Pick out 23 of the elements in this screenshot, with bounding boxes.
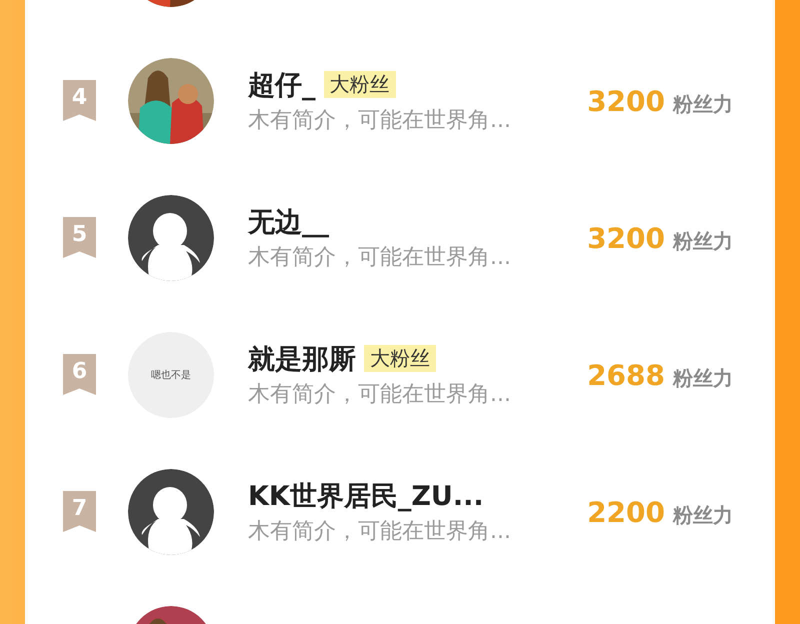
score-unit: 粉丝力 — [673, 502, 733, 529]
user-bio: 木有简介，可能在世界角... — [248, 244, 512, 272]
score-unit: 粉丝力 — [673, 228, 733, 255]
user-bio: 木有简介，可能在世界角... — [248, 380, 512, 408]
fan-badge: 大粉丝 — [364, 345, 436, 372]
score-unit: 粉丝力 — [673, 91, 733, 118]
user-name: 超仔_ — [248, 68, 316, 102]
avatar-text: 嗯也不是 — [151, 368, 191, 382]
fan-score: 3200 — [587, 222, 665, 255]
fan-score: 2688 — [587, 359, 665, 392]
user-bio: 木有简介，可能在世界角... — [248, 518, 512, 546]
user-name: KK世界居民_ZU... — [248, 480, 484, 514]
rank-badge: 7 — [63, 491, 96, 532]
fan-badge: 大粉丝 — [324, 71, 396, 98]
fan-score: 2200 — [587, 496, 665, 529]
score-unit: 粉丝力 — [673, 365, 733, 392]
rank-badge: 6 — [63, 354, 96, 395]
user-bio: 木有简介，可能在世界角... — [248, 106, 512, 134]
user-name: 无边__ — [248, 206, 329, 240]
rank-badge: 5 — [63, 217, 96, 258]
user-name: 就是那厮 — [248, 342, 356, 376]
rank-badge: 4 — [63, 80, 96, 121]
fan-score: 3200 — [587, 85, 665, 118]
